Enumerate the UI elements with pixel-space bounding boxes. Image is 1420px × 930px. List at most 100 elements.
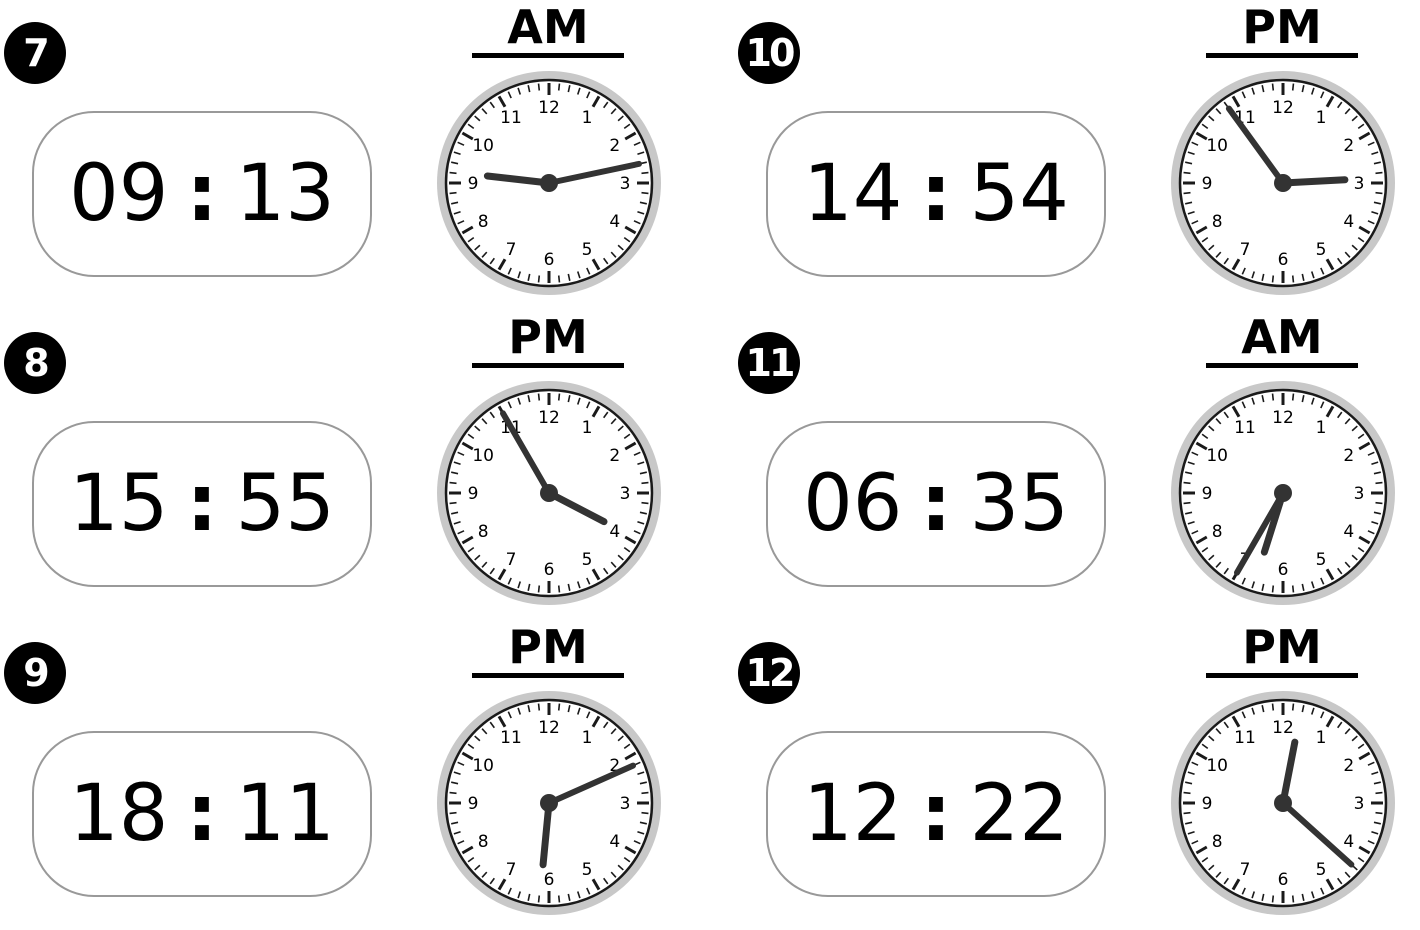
digital-time-display: 14:54 — [766, 111, 1106, 277]
clock-numeral: 5 — [1316, 240, 1327, 260]
minute-tick — [641, 501, 649, 505]
clock-numeral: 5 — [582, 550, 593, 570]
period-label: PM — [1206, 620, 1358, 678]
exercise-9: 9 18:11 PM 12 1 2 3 4 5 6 7 8 9 10 11 — [0, 620, 700, 930]
clock-numeral: 1 — [1316, 728, 1327, 748]
minute-tick — [1375, 811, 1383, 815]
period-label: AM — [472, 0, 624, 58]
analog-clock: 121234567891011 — [1171, 381, 1395, 605]
analog-clock: 121234567891011 — [437, 381, 661, 605]
minute-tick — [1291, 83, 1295, 91]
digital-time-display: 18:11 — [32, 731, 372, 897]
minute-tick — [557, 703, 561, 711]
hour-hand — [1279, 176, 1349, 187]
analog-clock: 121234567891011 — [437, 71, 661, 295]
digital-minutes: 11 — [235, 769, 335, 859]
minute-tick — [641, 191, 649, 195]
clock-numeral: 12 — [1272, 98, 1294, 118]
clock-numeral: 2 — [609, 446, 620, 466]
minute-tick — [557, 585, 561, 593]
minute-tick — [1291, 895, 1295, 903]
clock-numeral: 8 — [1212, 212, 1223, 232]
minute-tick — [1271, 895, 1275, 903]
exercise-number-badge: 9 — [4, 642, 66, 704]
digital-hours: 14 — [803, 149, 903, 239]
minute-tick — [1271, 703, 1275, 711]
digital-minutes: 54 — [969, 149, 1069, 239]
clock-numeral: 7 — [506, 550, 517, 570]
minute-tick — [1271, 585, 1275, 593]
clock-numeral: 3 — [620, 484, 631, 504]
clock-numeral: 5 — [582, 240, 593, 260]
clock-numeral: 3 — [1354, 174, 1365, 194]
clock-numeral: 10 — [472, 446, 494, 466]
clock-numeral: 10 — [472, 136, 494, 156]
clock-numeral: 1 — [582, 108, 593, 128]
clock-center-pin — [1274, 174, 1292, 192]
digital-hours: 15 — [69, 459, 169, 549]
clock-numeral: 11 — [500, 108, 522, 128]
clock-numeral: 12 — [1272, 718, 1294, 738]
clock-numeral: 9 — [1202, 484, 1213, 504]
clock-numeral: 1 — [582, 418, 593, 438]
clock-numeral: 4 — [1343, 832, 1354, 852]
minute-tick — [449, 191, 457, 195]
clock-numeral: 11 — [1234, 418, 1256, 438]
clock-numeral: 10 — [1206, 446, 1228, 466]
minute-tick — [1183, 501, 1191, 505]
digital-hours: 06 — [803, 459, 903, 549]
digital-hours: 18 — [69, 769, 169, 859]
clock-numeral: 9 — [468, 174, 479, 194]
digital-colon: : — [186, 769, 218, 859]
clock-numeral: 10 — [472, 756, 494, 776]
minute-tick — [1375, 171, 1383, 175]
minute-tick — [1375, 481, 1383, 485]
clock-numeral: 12 — [538, 408, 560, 428]
digital-time-display: 12:22 — [766, 731, 1106, 897]
clock-numeral: 7 — [1240, 860, 1251, 880]
clock-numeral: 6 — [544, 560, 555, 580]
clock-center-pin — [1274, 484, 1292, 502]
exercise-11: 11 06:35 AM 121234567891011 — [734, 310, 1420, 620]
digital-minutes: 13 — [235, 149, 335, 239]
minute-tick — [1183, 171, 1191, 175]
clock-numeral: 4 — [609, 212, 620, 232]
period-label: PM — [472, 310, 624, 368]
clock-numeral: 5 — [1316, 550, 1327, 570]
clock-numeral: 4 — [609, 832, 620, 852]
minute-tick — [641, 811, 649, 815]
clock-numeral: 4 — [1343, 212, 1354, 232]
period-label: PM — [1206, 0, 1358, 58]
minute-tick — [1375, 501, 1383, 505]
analog-clock: 121234567891011 — [1171, 691, 1395, 915]
clock-numeral: 9 — [468, 484, 479, 504]
exercise-number-badge: 7 — [4, 22, 66, 84]
clock-numeral: 9 — [468, 794, 479, 814]
minute-tick — [1271, 393, 1275, 401]
minute-tick — [1375, 791, 1383, 795]
exercise-7: 7 09:13 AM 12 1 2 3 4 5 6 7 8 9 10 11 — [0, 0, 700, 310]
clock-numeral: 2 — [1343, 446, 1354, 466]
clock-numeral: 6 — [1278, 870, 1289, 890]
minute-tick — [641, 791, 649, 795]
clock-numeral: 8 — [478, 522, 489, 542]
analog-clock: 121234567891011 — [1171, 71, 1395, 295]
minute-tick — [641, 171, 649, 175]
digital-minutes: 35 — [969, 459, 1069, 549]
clock-numeral: 10 — [1206, 136, 1228, 156]
clock-center-pin — [540, 484, 558, 502]
minute-tick — [1375, 191, 1383, 195]
minute-tick — [1291, 393, 1295, 401]
minute-tick — [537, 83, 541, 91]
exercise-number-badge: 11 — [738, 332, 800, 394]
minute-tick — [449, 171, 457, 175]
exercise-number-badge: 10 — [738, 22, 800, 84]
clock-numeral: 7 — [1240, 240, 1251, 260]
minute-tick — [1291, 703, 1295, 711]
clock-center-pin — [540, 174, 558, 192]
minute-tick — [537, 703, 541, 711]
minute-tick — [449, 791, 457, 795]
minute-tick — [557, 83, 561, 91]
digital-time-display: 09:13 — [32, 111, 372, 277]
clock-numeral: 1 — [1316, 418, 1327, 438]
